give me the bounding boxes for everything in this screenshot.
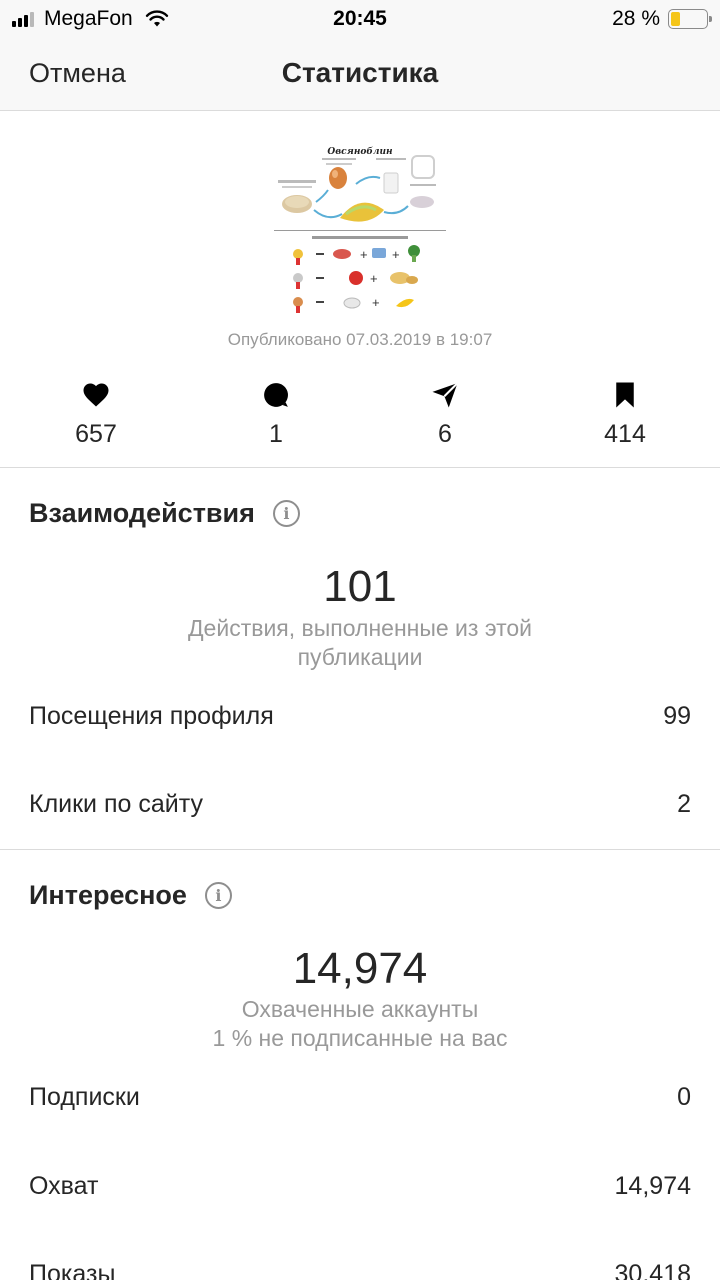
interactions-caption-line2: публикации (297, 644, 423, 670)
status-bar: MegaFon 20:45 28 % (0, 0, 720, 38)
stat-row-website-clicks: Клики по сайту 2 (29, 790, 691, 830)
discovery-caption-line2: 1 % не подписанные на вас (212, 1025, 508, 1051)
stat-label: Подписки (29, 1083, 140, 1111)
stat-value: 30,418 (614, 1260, 691, 1280)
interactions-header: Взаимодействия i (29, 498, 300, 529)
svg-text:+: + (392, 247, 400, 262)
svg-text:+: + (370, 271, 378, 286)
stat-value: 14,974 (614, 1172, 691, 1200)
share-icon (432, 382, 459, 408)
likes-stat: 657 (36, 380, 156, 449)
battery-fill (671, 12, 681, 26)
stat-label: Посещения профиля (29, 702, 274, 730)
saves-stat: 414 (565, 380, 685, 449)
discovery-caption-line1: Охваченные аккаунты (241, 996, 479, 1022)
info-icon[interactable]: i (204, 882, 232, 909)
divider (0, 849, 720, 850)
battery-percent: 28 % (612, 7, 660, 30)
svg-text:+: + (372, 295, 380, 310)
info-icon[interactable]: i (272, 500, 300, 527)
interactions-total: 101 (323, 562, 397, 611)
divider (0, 467, 720, 468)
stat-value: 0 (677, 1083, 691, 1111)
comments-count: 1 (269, 420, 283, 448)
page-title: Статистика (281, 57, 439, 88)
likes-count: 657 (75, 420, 117, 448)
stat-row-profile-visits: Посещения профиля 99 (29, 702, 691, 742)
post-thumbnail[interactable]: Овсяноблин + + + + (272, 140, 448, 318)
svg-text:+: + (360, 247, 368, 262)
shares-count: 6 (438, 420, 452, 448)
heart-icon (83, 383, 109, 407)
interactions-title: Взаимодействия (29, 498, 255, 528)
navigation-bar: Отмена Статистика (0, 38, 720, 111)
stat-label: Клики по сайту (29, 790, 203, 818)
status-right: 28 % (612, 7, 712, 31)
published-date: Опубликовано 07.03.2019 в 19:07 (227, 330, 493, 349)
stat-row-impressions: Показы 30,418 (29, 1260, 691, 1280)
stat-label: Показы (29, 1260, 116, 1280)
stat-value: 99 (663, 702, 691, 730)
discovery-header: Интересное i (29, 880, 232, 911)
post-image: Овсяноблин + + + + (274, 146, 446, 313)
discovery-total: 14,974 (292, 944, 428, 993)
stat-value: 2 (677, 790, 691, 818)
battery-icon (668, 9, 712, 29)
interactions-caption-line1: Действия, выполненные из этой (187, 615, 532, 641)
comment-icon (264, 383, 288, 407)
bookmark-icon (616, 382, 634, 408)
saves-count: 414 (604, 420, 646, 448)
stat-row-reach: Охват 14,974 (29, 1172, 691, 1212)
insights-screen: MegaFon 20:45 28 % Отмена Статистика Овс… (0, 0, 720, 1280)
discovery-title: Интересное (29, 880, 187, 910)
shares-stat: 6 (385, 380, 505, 449)
comments-stat: 1 (216, 380, 336, 449)
post-image-title: Овсяноблин (327, 146, 393, 157)
stat-label: Охват (29, 1172, 99, 1200)
engagement-counts: 657 1 6 414 (0, 380, 720, 452)
stat-row-follows: Подписки 0 (29, 1083, 691, 1123)
